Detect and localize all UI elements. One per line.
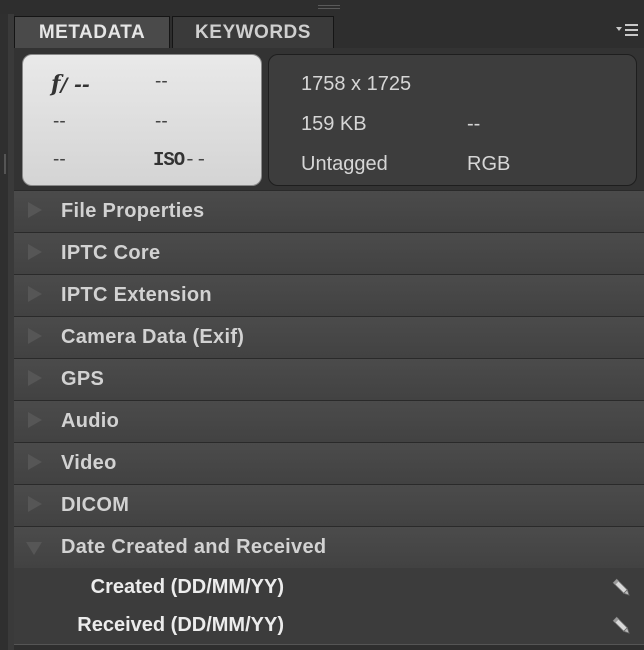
color-profile: Untagged bbox=[301, 153, 388, 175]
color-mode: RGB bbox=[467, 153, 511, 175]
section-iptc-extension[interactable]: IPTC Extension bbox=[14, 274, 644, 316]
image-dimensions: 1758 x 1725 bbox=[301, 73, 412, 95]
camera-data-box: f/ -- -- -- -- -- ISO-- bbox=[22, 54, 262, 186]
section-label: Video bbox=[61, 452, 117, 474]
file-summary-box: 1758 x 1725 159 KB -- Untagged RGB bbox=[268, 54, 637, 186]
date-fields: Created (DD/MM/YY) Received (DD/MM/YY) bbox=[14, 568, 644, 650]
section-label: File Properties bbox=[61, 200, 205, 222]
tab-keywords[interactable]: KEYWORDS bbox=[172, 16, 334, 48]
panel-menu-button[interactable] bbox=[614, 20, 640, 40]
tab-metadata[interactable]: METADATA bbox=[14, 16, 170, 48]
pencil-icon[interactable] bbox=[610, 614, 634, 638]
section-audio[interactable]: Audio bbox=[14, 400, 644, 442]
panel-left-edge[interactable] bbox=[0, 14, 8, 650]
focal-length-value: -- bbox=[155, 111, 168, 132]
grip-line bbox=[318, 5, 340, 6]
tab-bar: METADATA KEYWORDS bbox=[14, 14, 644, 49]
disclosure-triangle-open-icon bbox=[26, 542, 42, 555]
section-date-created-and-received[interactable]: Date Created and Received bbox=[14, 526, 644, 568]
date-received-label: Received (DD/MM/YY) bbox=[77, 614, 284, 636]
shutter-speed-value: -- bbox=[155, 71, 168, 92]
metadata-sections: File Properties IPTC Core IPTC Extension… bbox=[14, 190, 644, 568]
section-label: Camera Data (Exif) bbox=[61, 326, 245, 348]
grip-line bbox=[318, 8, 340, 9]
disclosure-triangle-icon bbox=[28, 328, 42, 344]
resolution-value: -- bbox=[467, 113, 481, 135]
disclosure-triangle-icon bbox=[28, 244, 42, 260]
section-file-properties[interactable]: File Properties bbox=[14, 190, 644, 232]
section-label: Date Created and Received bbox=[61, 536, 327, 558]
aperture-value: f/ -- bbox=[51, 71, 90, 97]
date-created-label: Created (DD/MM/YY) bbox=[90, 576, 284, 598]
section-label: GPS bbox=[61, 368, 105, 390]
date-created-row: Created (DD/MM/YY) bbox=[14, 570, 644, 608]
disclosure-triangle-icon bbox=[28, 412, 42, 428]
disclosure-triangle-icon bbox=[28, 370, 42, 386]
metadata-panel: METADATA KEYWORDS f/ -- -- -- -- -- ISO-… bbox=[0, 0, 644, 650]
section-label: DICOM bbox=[61, 494, 130, 516]
section-iptc-core[interactable]: IPTC Core bbox=[14, 232, 644, 274]
panel-resize-grip[interactable] bbox=[0, 0, 644, 14]
disclosure-triangle-icon bbox=[28, 286, 42, 302]
pencil-icon[interactable] bbox=[610, 576, 634, 600]
disclosure-triangle-icon bbox=[28, 496, 42, 512]
section-label: IPTC Extension bbox=[61, 284, 212, 306]
exposure-comp-value: -- bbox=[53, 111, 66, 132]
section-video[interactable]: Video bbox=[14, 442, 644, 484]
section-gps[interactable]: GPS bbox=[14, 358, 644, 400]
iso-value: ISO-- bbox=[153, 149, 208, 171]
panel-menu-icon bbox=[616, 24, 638, 36]
white-balance-value: -- bbox=[53, 149, 66, 170]
section-camera-data-exif[interactable]: Camera Data (Exif) bbox=[14, 316, 644, 358]
file-size: 159 KB bbox=[301, 113, 367, 135]
section-label: IPTC Core bbox=[61, 242, 161, 264]
section-dicom[interactable]: DICOM bbox=[14, 484, 644, 526]
resize-handle[interactable] bbox=[4, 154, 6, 174]
panel-bottom-edge bbox=[14, 644, 644, 650]
file-info-area: f/ -- -- -- -- -- ISO-- 1758 x 1725 159 … bbox=[14, 48, 644, 190]
date-received-row: Received (DD/MM/YY) bbox=[14, 608, 644, 646]
section-label: Audio bbox=[61, 410, 120, 432]
disclosure-triangle-icon bbox=[28, 202, 42, 218]
disclosure-triangle-icon bbox=[28, 454, 42, 470]
